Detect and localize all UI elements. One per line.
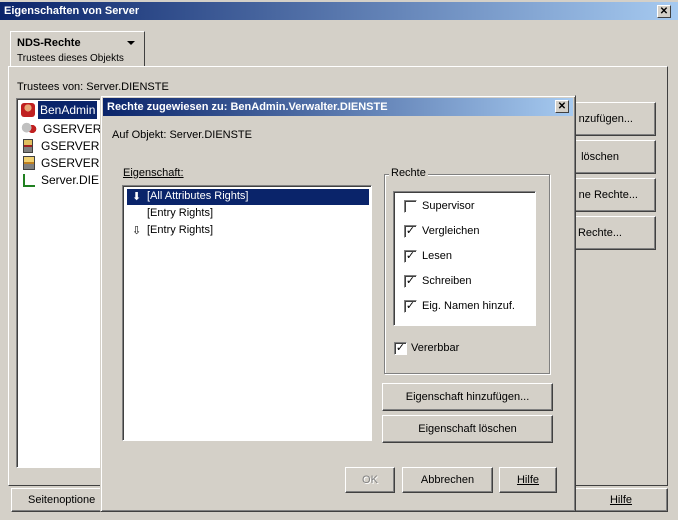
arrow-down-outline-icon: ⇩ [132, 225, 142, 237]
rights-group-label: Rechte [389, 167, 428, 179]
main-title-bar: Eigenschaften von Server [0, 2, 678, 20]
tab-label: NDS-Rechte [17, 37, 81, 49]
list-item-label: [Entry Rights] [147, 224, 214, 236]
checkbox[interactable]: ✓ [404, 275, 417, 288]
list-item[interactable]: ⬇ [All Attributes Rights] [127, 189, 369, 205]
help-button[interactable]: Hilfe [499, 467, 557, 493]
arrow-down-icon: ⬇ [132, 191, 142, 203]
cancel-button[interactable]: Abbrechen [402, 467, 493, 493]
user-icon [21, 103, 35, 117]
list-item[interactable]: GSERVER [19, 137, 103, 155]
right-label: Lesen [422, 250, 452, 262]
page-options-button[interactable]: Seitenoptione [11, 488, 111, 512]
check-mark-icon: ✓ [405, 225, 416, 237]
check-mark-icon: ✓ [395, 342, 406, 354]
inheritable-label: Vererbbar [411, 342, 460, 354]
list-item-label: Server.DIE [41, 173, 100, 187]
trustees-list[interactable]: BenAdmin GSERVER GSERVER GSERVER Server.… [16, 98, 104, 468]
list-item-label: BenAdmin [38, 101, 98, 119]
right-vergleichen[interactable]: ✓ Vergleichen [404, 224, 534, 240]
checkbox[interactable]: ✓ [394, 342, 407, 355]
list-item[interactable]: Server.DIE [19, 171, 103, 189]
list-item-label: [All Attributes Rights] [147, 190, 249, 202]
checkbox[interactable] [404, 200, 417, 213]
checkbox[interactable]: ✓ [404, 300, 417, 313]
right-label: Vergleichen [422, 225, 480, 237]
property-label: Eigenschaft: [123, 167, 184, 179]
right-supervisor[interactable]: Supervisor [404, 199, 534, 215]
object-label: Auf Objekt: Server.DIENSTE [112, 129, 252, 141]
check-mark-icon: ✓ [405, 300, 416, 312]
list-item-label: GSERVER [41, 139, 100, 153]
tab-sublabel: Trustees dieses Objekts [17, 53, 124, 64]
right-label: Schreiben [422, 275, 472, 287]
add-property-button[interactable]: Eigenschaft hinzufügen... [382, 383, 553, 411]
right-schreiben[interactable]: ✓ Schreiben [404, 274, 534, 290]
rights-box: Supervisor ✓ Vergleichen ✓ Lesen ✓ Schre… [393, 191, 536, 326]
checkbox[interactable]: ✓ [404, 225, 417, 238]
list-item[interactable]: GSERVER [19, 154, 103, 172]
dialog-title: Rechte zugewiesen zu: BenAdmin.Verwalter… [107, 101, 388, 113]
main-help-button[interactable]: Hilfe [574, 488, 668, 512]
close-icon: ✕ [557, 101, 567, 112]
list-item[interactable]: [Entry Rights] [127, 206, 369, 222]
dialog-close-button[interactable]: ✕ [555, 100, 569, 113]
checkbox[interactable]: ✓ [404, 250, 417, 263]
right-label: Supervisor [422, 200, 475, 212]
server-icon [23, 156, 35, 170]
rights-dialog: Rechte zugewiesen zu: BenAdmin.Verwalter… [100, 95, 576, 512]
trustees-label: Trustees von: Server.DIENSTE [17, 81, 169, 93]
list-item[interactable]: ⇩ [Entry Rights] [127, 223, 369, 239]
delete-property-button[interactable]: Eigenschaft löschen [382, 415, 553, 443]
list-item[interactable]: BenAdmin [19, 101, 103, 119]
dialog-title-bar: Rechte zugewiesen zu: BenAdmin.Verwalter… [103, 98, 573, 116]
list-item-label: GSERVER [41, 156, 100, 170]
ok-button[interactable]: OK [345, 467, 395, 493]
group-icon [21, 122, 37, 136]
close-icon: ✕ [659, 6, 669, 17]
chevron-down-icon [127, 41, 135, 45]
right-label: Eig. Namen hinzuf. [422, 300, 515, 312]
main-window-title: Eigenschaften von Server [4, 5, 140, 17]
check-mark-icon: ✓ [405, 250, 416, 262]
right-lesen[interactable]: ✓ Lesen [404, 249, 534, 265]
list-item[interactable]: GSERVER [19, 120, 103, 138]
main-close-button[interactable]: ✕ [657, 5, 671, 18]
list-item-label: GSERVER [43, 122, 102, 136]
inheritable-checkbox[interactable]: ✓ Vererbbar [394, 341, 514, 357]
check-mark-icon: ✓ [405, 275, 416, 287]
property-list[interactable]: ⬇ [All Attributes Rights] [Entry Rights]… [122, 185, 372, 441]
tab-nds-rechte[interactable]: NDS-Rechte Trustees dieses Objekts [10, 31, 145, 67]
right-eig-namen[interactable]: ✓ Eig. Namen hinzuf. [404, 299, 534, 315]
tree-icon [23, 174, 35, 187]
list-item-label: [Entry Rights] [147, 207, 214, 219]
server-icon [23, 139, 33, 153]
